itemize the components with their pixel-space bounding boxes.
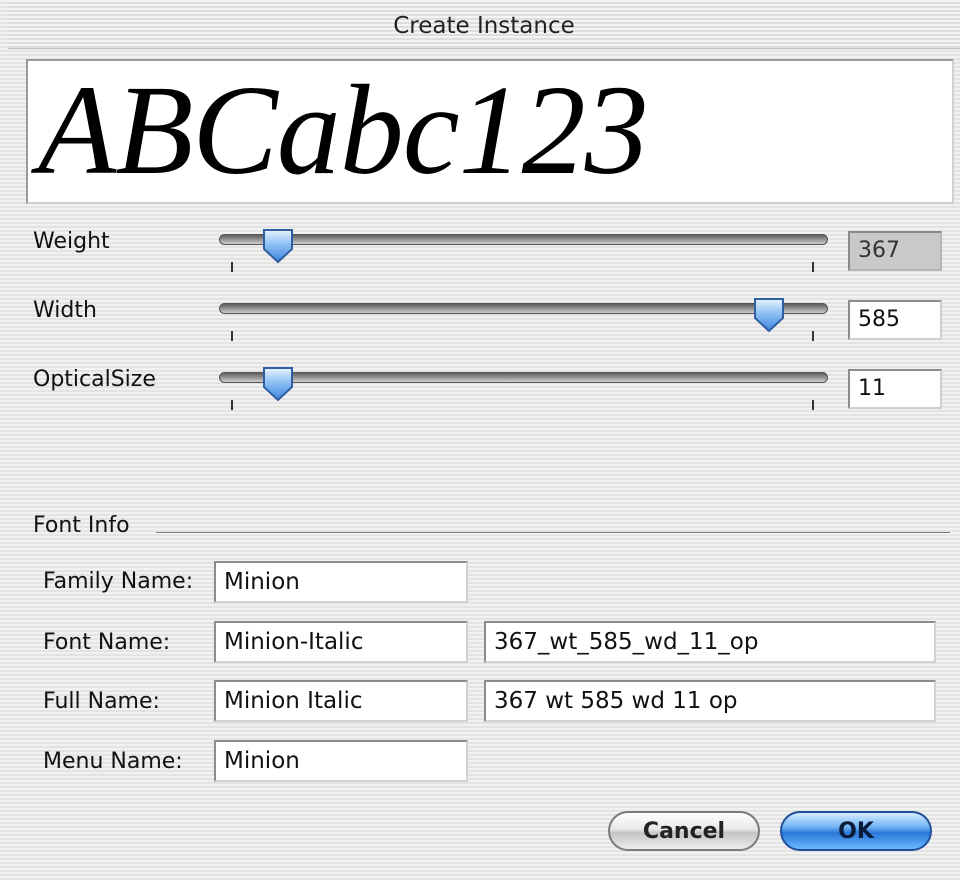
font-info-group-label: Font Info (33, 513, 130, 538)
optical-size-label: OpticalSize (33, 367, 156, 392)
width-label: Width (33, 298, 97, 323)
font-name-suffix-field[interactable]: 367_wt_585_wd_11_op (484, 621, 936, 663)
full-name-suffix-field[interactable]: 367 wt 585 wd 11 op (484, 680, 936, 722)
full-name-label: Full Name: (43, 689, 160, 714)
family-name-label: Family Name: (43, 569, 194, 594)
title-bar: Create Instance (8, 0, 960, 49)
optical-size-slider-max-tick (812, 400, 814, 410)
width-value-field[interactable]: 585 (848, 300, 942, 340)
family-name-field[interactable]: Minion (214, 561, 468, 603)
optical-size-slider-min-tick (231, 400, 233, 410)
width-slider-thumb-icon[interactable] (752, 296, 786, 334)
preview-panel: ABCabc123 (26, 59, 954, 204)
weight-slider-max-tick (812, 262, 814, 272)
weight-slider-track[interactable] (219, 234, 828, 245)
ok-button[interactable]: OK (780, 811, 932, 851)
weight-slider-min-tick (231, 262, 233, 272)
menu-name-label: Menu Name: (43, 749, 183, 774)
full-name-field[interactable]: Minion Italic (214, 680, 468, 722)
preview-sample-text: ABCabc123 (38, 59, 649, 201)
width-slider-min-tick (231, 331, 233, 341)
cancel-button[interactable]: Cancel (608, 811, 760, 851)
width-slider-track[interactable] (219, 303, 828, 314)
optical-size-value-field[interactable]: 11 (848, 369, 942, 409)
optical-size-slider-track[interactable] (219, 372, 828, 383)
optical-size-slider-thumb-icon[interactable] (261, 365, 295, 403)
weight-slider-thumb-icon[interactable] (261, 227, 295, 265)
font-info-divider (156, 532, 950, 534)
font-name-field[interactable]: Minion-Italic (214, 621, 468, 663)
menu-name-field[interactable]: Minion (214, 740, 468, 782)
weight-label: Weight (33, 229, 110, 254)
weight-value-field: 367 (848, 231, 942, 271)
window-title: Create Instance (393, 13, 575, 39)
width-slider-max-tick (812, 331, 814, 341)
font-name-label: Font Name: (43, 630, 171, 655)
